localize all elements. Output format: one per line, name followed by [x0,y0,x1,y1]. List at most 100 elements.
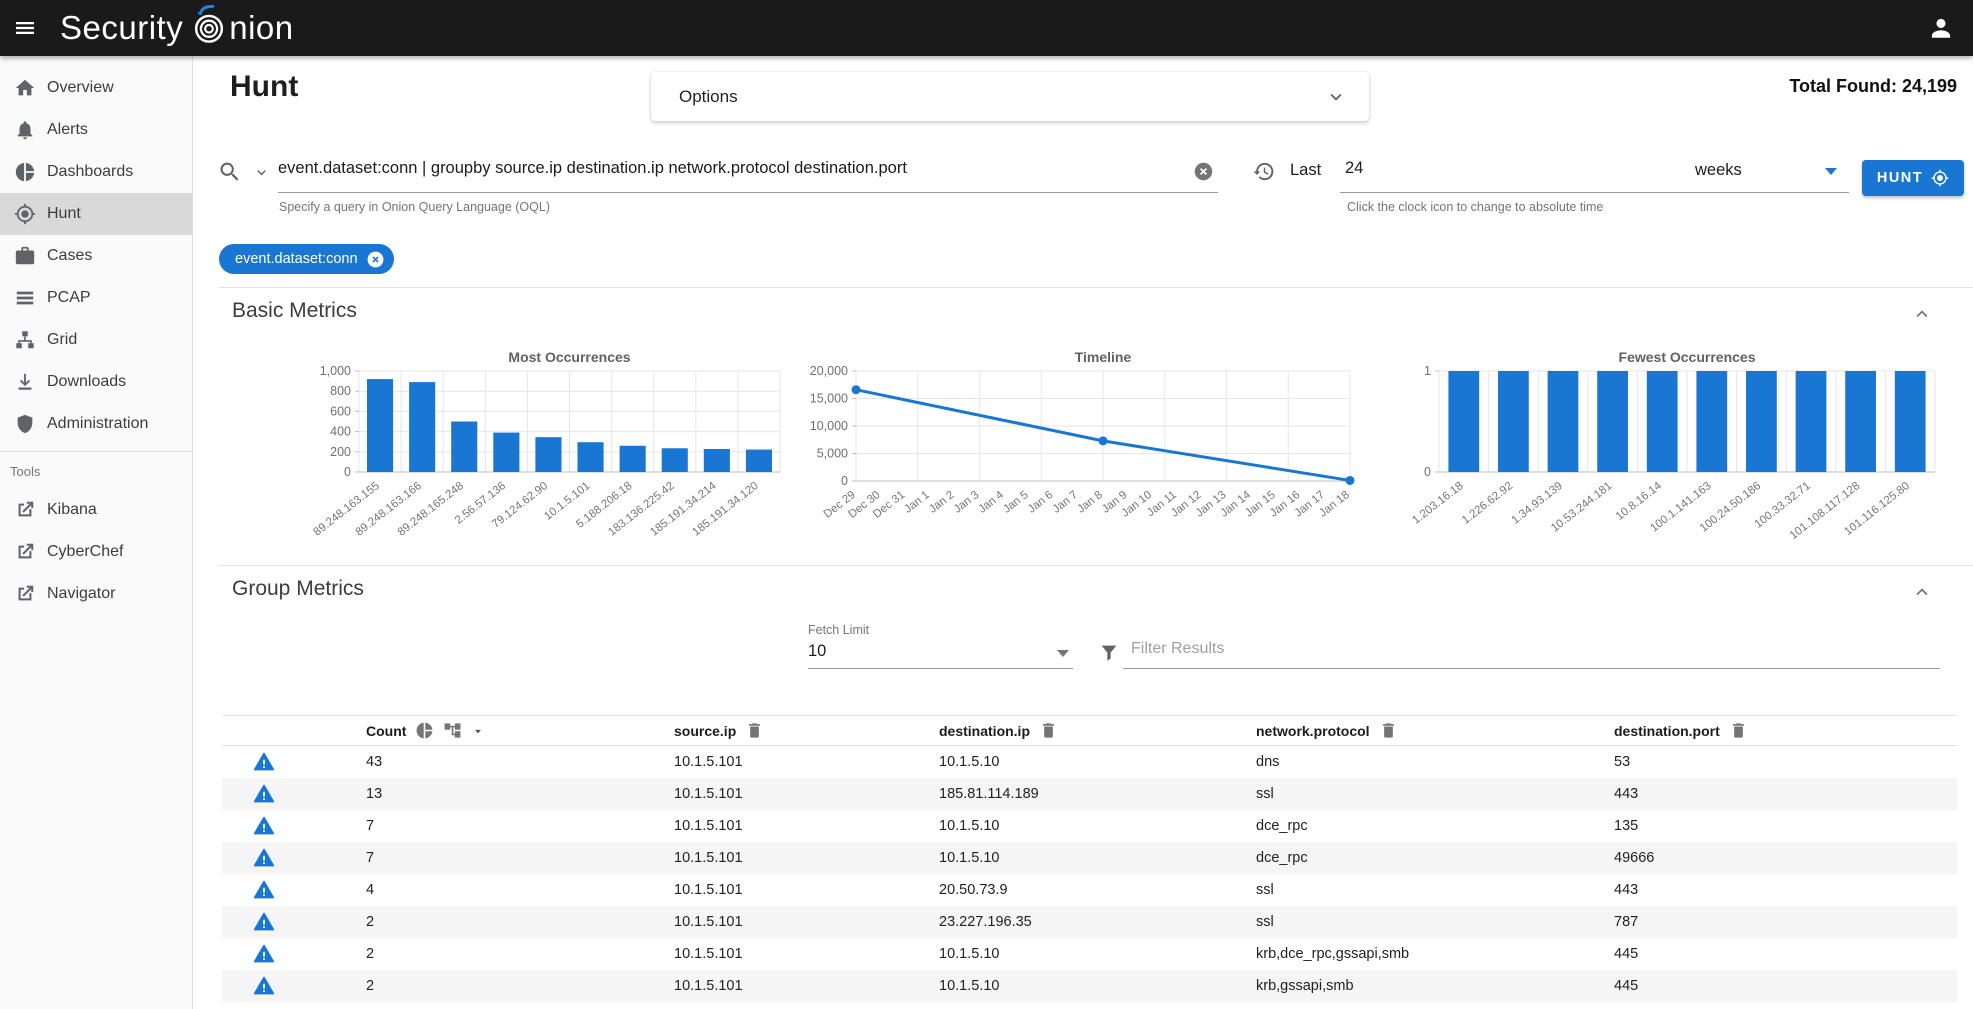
event-warning-icon[interactable] [253,911,275,933]
cell-source_ip: 10.1.5.101 [674,754,939,770]
svg-text:Jan 4: Jan 4 [976,489,1006,516]
table-row[interactable]: 210.1.5.10123.227.196.35ssl787 [222,906,1957,938]
cell-destination_ip: 10.1.5.10 [939,850,1256,866]
sidebar-tool-cyberchef[interactable]: CyberChef [0,531,192,573]
download-icon [14,371,36,393]
sidebar-item-hunt[interactable]: Hunt [0,193,192,235]
brand-text-suffix: nion [229,9,293,47]
cell-network_protocol: dns [1256,754,1614,770]
sidebar-item-alerts[interactable]: Alerts [0,109,192,151]
bar [1845,371,1876,472]
sidebar-item-pcap[interactable]: PCAP [0,277,192,319]
sidebar-item-dashboards[interactable]: Dashboards [0,151,192,193]
cell-count: 4 [366,882,674,898]
sidebar-item-administration[interactable]: Administration [0,403,192,445]
table-row[interactable]: 710.1.5.10110.1.5.10dce_rpc135 [222,810,1957,842]
time-unit-caret-icon[interactable] [1825,168,1837,175]
column-header-network-protocol[interactable]: network.protocol [1256,721,1614,740]
data-point [852,385,861,394]
query-expand-icon[interactable] [253,164,270,181]
cell-network_protocol: krb,dce_rpc,gssapi,smb [1256,946,1614,962]
bar [535,437,561,472]
collapse-basic-metrics-icon[interactable] [1911,303,1933,325]
svg-text:0: 0 [841,474,848,488]
briefcase-icon [14,245,36,267]
event-warning-icon[interactable] [253,975,275,997]
fetch-limit-select[interactable]: 10 [808,642,826,661]
hunt-button[interactable]: HUNT [1862,160,1964,196]
cell-destination_ip: 10.1.5.10 [939,946,1256,962]
cell-source_ip: 10.1.5.101 [674,882,939,898]
delete-column-icon[interactable] [745,721,764,740]
section-divider [219,287,1973,288]
table-row[interactable]: 1310.1.5.101185.81.114.189ssl443 [222,778,1957,810]
menu-icon[interactable] [2,5,48,51]
delete-column-icon[interactable] [1379,721,1398,740]
page-title: Hunt [230,70,298,104]
sidebar-item-label: Alerts [47,121,88,139]
caret-down-icon[interactable] [471,724,485,738]
event-warning-icon[interactable] [253,783,275,805]
pie-chart-icon [14,161,36,183]
fetch-limit-caret-icon[interactable] [1057,650,1069,657]
delete-column-icon[interactable] [1039,721,1058,740]
delete-column-icon[interactable] [1729,721,1748,740]
crosshair-icon [1931,169,1949,187]
sidebar-item-label: Administration [47,415,148,433]
user-account-icon[interactable] [1917,4,1965,52]
sidebar-tool-navigator[interactable]: Navigator [0,573,192,615]
bar [367,379,393,472]
cell-destination_port: 445 [1614,978,1957,994]
event-warning-icon[interactable] [253,847,275,869]
column-header-source-ip[interactable]: source.ip [674,721,939,740]
svg-text:Jan 3: Jan 3 [952,489,982,516]
remove-filter-icon[interactable] [366,250,385,269]
sidebar-item-grid[interactable]: Grid [0,319,192,361]
column-header-destination-port[interactable]: destination.port [1614,721,1957,740]
table-row[interactable]: 210.1.5.10110.1.5.10krb,dce_rpc,gssapi,s… [222,938,1957,970]
cell-count: 2 [366,978,674,994]
options-expander[interactable]: Options [651,72,1369,121]
history-clock-icon[interactable] [1252,160,1275,183]
table-row[interactable]: 410.1.5.10120.50.73.9ssl443 [222,874,1957,906]
app-logo[interactable]: Security nion [60,3,294,53]
column-header-Count[interactable]: Count [366,721,674,740]
sidebar: Overview Alerts DashboardsHuntCasesPCAPGri… [0,56,193,1009]
event-warning-icon[interactable] [253,751,275,773]
collapse-group-metrics-icon[interactable] [1911,581,1933,603]
chevron-down-icon[interactable] [1325,86,1347,108]
column-header-destination-ip[interactable]: destination.ip [939,721,1256,740]
pie-chart-icon[interactable] [415,721,434,740]
cell-destination_ip: 23.227.196.35 [939,914,1256,930]
cell-count: 7 [366,818,674,834]
cell-count: 2 [366,946,674,962]
svg-text:15,000: 15,000 [810,392,848,406]
time-unit-select[interactable]: weeks [1695,161,1742,180]
event-warning-icon[interactable] [253,815,275,837]
sidebar-item-cases[interactable]: Cases [0,235,192,277]
table-row[interactable]: 4310.1.5.10110.1.5.10dns53 [222,746,1957,778]
table-row[interactable]: 210.1.5.10110.1.5.10krb,gssapi,smb445 [222,970,1957,1002]
query-input[interactable] [278,159,1183,178]
event-warning-icon[interactable] [253,943,275,965]
cell-count: 7 [366,850,674,866]
filter-results-input[interactable] [1131,640,1891,658]
query-underline [278,192,1218,193]
sidebar-tool-kibana[interactable]: Kibana [0,489,192,531]
duration-underline [1340,192,1689,193]
duration-input[interactable] [1345,159,1465,178]
event-warning-icon[interactable] [253,879,275,901]
table-row[interactable]: 710.1.5.10110.1.5.10dce_rpc49666 [222,842,1957,874]
cell-destination_ip: 10.1.5.10 [939,754,1256,770]
search-icon[interactable] [217,159,242,184]
group-by-icon[interactable] [443,721,462,740]
cell-source_ip: 10.1.5.101 [674,786,939,802]
svg-text:0: 0 [1424,465,1431,479]
cell-count: 13 [366,786,674,802]
sidebar-item-overview[interactable]: Overview [0,67,192,109]
clear-query-icon[interactable] [1193,161,1214,182]
filter-chip[interactable]: event.dataset:conn [219,244,394,274]
basic-metrics-title: Basic Metrics [232,299,357,323]
filter-underline [1123,668,1940,669]
sidebar-item-downloads[interactable]: Downloads [0,361,192,403]
